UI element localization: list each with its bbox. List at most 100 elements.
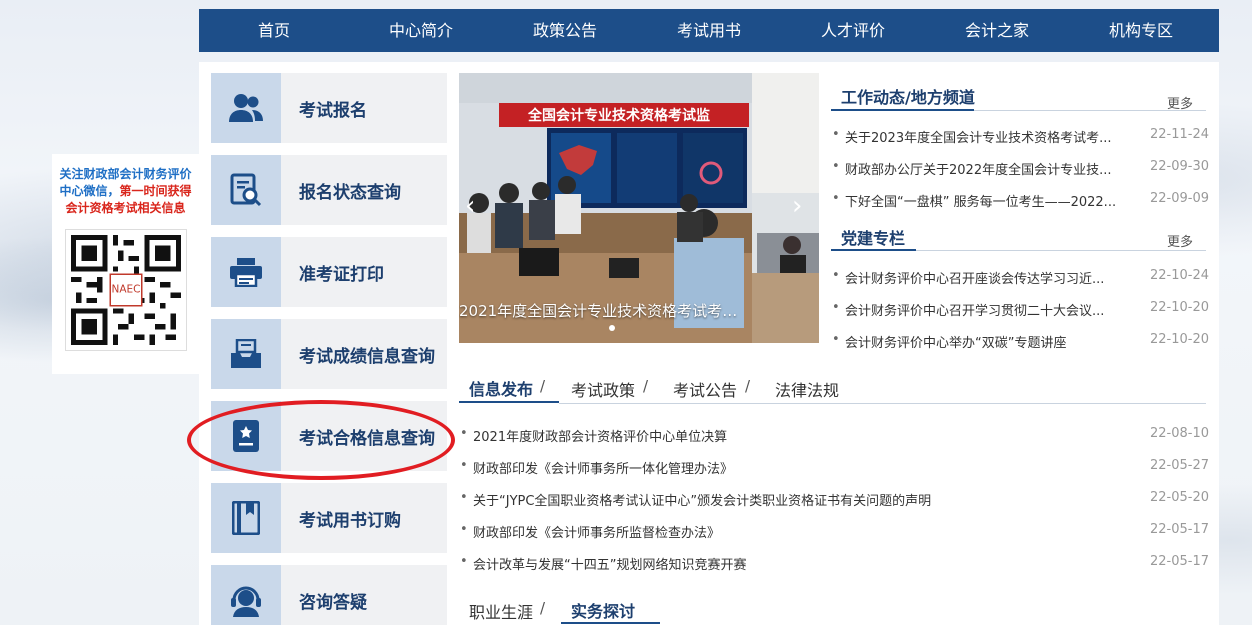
users-icon: [229, 94, 263, 122]
menu-label: 报名状态查询: [299, 182, 401, 203]
qr-caption-line2-blue: 中心微信，: [59, 184, 120, 198]
info-news-item[interactable]: • 财政部印发《会计师事务所一体化管理办法》: [460, 458, 1140, 477]
news-title: 关于“JYPC全国职业资格考试认证中心”颁发会计类职业资格证书有关问题的声明: [473, 494, 932, 509]
menu-admission-ticket-print[interactable]: 准考证打印: [211, 237, 447, 307]
news-title: 关于2023年度全国会计专业技术资格考试考...: [845, 131, 1112, 146]
menu-icon-box: [211, 73, 281, 143]
party-news-title[interactable]: 党建专栏: [841, 225, 905, 249]
bullet-icon: •: [460, 554, 468, 569]
menu-score-query[interactable]: 考试成绩信息查询: [211, 319, 447, 389]
news-title: 会计财务评价中心召开座谈会传达学习习近...: [845, 272, 1105, 287]
news-date: 22-11-24: [1150, 127, 1210, 142]
menu-label: 考试合格信息查询: [299, 428, 435, 449]
news-date: 22-10-24: [1150, 268, 1210, 283]
menu-label: 考试用书订购: [299, 510, 401, 531]
inbox-icon: [231, 339, 261, 368]
nav-home[interactable]: 首页: [199, 9, 349, 52]
news-date: 22-09-09: [1150, 191, 1210, 206]
info-news-item[interactable]: • 2021年度财政部会计资格评价中心单位决算: [460, 426, 1140, 445]
news-title: 2021年度财政部会计资格评价中心单位决算: [473, 430, 728, 445]
carousel-next-slide-preview: [752, 73, 819, 343]
tab-exam-notice[interactable]: 考试公告: [673, 377, 737, 401]
document-search-icon: [230, 173, 262, 207]
main-nav: 首页 中心简介 政策公告 考试用书 人才评价 会计之家 机构专区: [199, 9, 1219, 52]
tab-laws[interactable]: 法律法规: [775, 377, 839, 401]
tab-career[interactable]: 职业生涯: [469, 599, 533, 623]
news-title: 下好全国“一盘棋” 服务每一位考生——2022...: [845, 195, 1117, 210]
menu-exam-registration[interactable]: 考试报名: [211, 73, 447, 143]
menu-label: 咨询答疑: [299, 592, 367, 613]
menu-icon-box: [211, 565, 281, 625]
info-tabs-divider: [559, 403, 1206, 404]
nav-policy[interactable]: 政策公告: [493, 9, 637, 52]
party-news-divider: [916, 250, 1206, 251]
carousel-next-arrow-icon[interactable]: ›: [792, 191, 802, 221]
nav-institutions[interactable]: 机构专区: [1069, 9, 1213, 52]
tab-separator: /: [540, 599, 546, 617]
menu-qualification-query[interactable]: 考试合格信息查询: [211, 401, 447, 471]
bullet-icon: •: [460, 426, 468, 441]
bullet-icon: •: [832, 127, 840, 142]
menu-icon-box: [211, 483, 281, 553]
carousel-prev-arrow-icon[interactable]: ‹: [465, 191, 475, 221]
menu-icon-box: [211, 237, 281, 307]
wechat-qr-block: 关注财政部会计财务评价 中心微信，第一时间获得 会计资格考试相关信息 NAEC: [52, 154, 199, 374]
menu-label: 考试报名: [299, 100, 367, 121]
party-news-more-link[interactable]: 更多: [1167, 231, 1193, 250]
info-news-item[interactable]: • 财政部印发《会计师事务所监督检查办法》: [460, 522, 1140, 541]
work-news-item[interactable]: • 财政部办公厅关于2022年度全国会计专业技...: [832, 159, 1132, 178]
certificate-icon: [233, 420, 259, 452]
carousel-dot[interactable]: [609, 325, 615, 331]
news-date: 22-05-20: [1150, 490, 1210, 505]
menu-consultation[interactable]: 咨询答疑: [211, 565, 447, 625]
menu-book-order[interactable]: 考试用书订购: [211, 483, 447, 553]
active-tab-underline: [459, 401, 559, 403]
nav-talent[interactable]: 人才评价: [781, 9, 925, 52]
qr-caption: 关注财政部会计财务评价 中心微信，第一时间获得 会计资格考试相关信息: [52, 154, 199, 217]
work-news-title-underline: [831, 109, 974, 111]
nav-home-of-accounting[interactable]: 会计之家: [925, 9, 1069, 52]
menu-icon-box: [211, 155, 281, 225]
nav-books[interactable]: 考试用书: [637, 9, 781, 52]
menu-registration-status[interactable]: 报名状态查询: [211, 155, 447, 225]
bullet-icon: •: [460, 522, 468, 537]
bullet-icon: •: [460, 458, 468, 473]
work-news-title[interactable]: 工作动态/地方频道: [841, 84, 975, 108]
menu-icon-box: [211, 319, 281, 389]
party-news-title-underline: [831, 249, 916, 251]
bullet-icon: •: [832, 268, 840, 283]
work-news-item[interactable]: • 关于2023年度全国会计专业技术资格考试考...: [832, 127, 1132, 146]
work-news-item[interactable]: • 下好全国“一盘棋” 服务每一位考生——2022...: [832, 191, 1132, 210]
work-news-more-link[interactable]: 更多: [1167, 93, 1193, 112]
news-date: 22-10-20: [1150, 300, 1210, 315]
info-news-item[interactable]: • 会计改革与发展“十四五”规划网络知识竞赛开赛: [460, 554, 1140, 573]
tab-separator: /: [540, 377, 546, 395]
news-title: 财政部办公厅关于2022年度全国会计专业技...: [845, 163, 1112, 178]
book-icon: [232, 501, 260, 535]
menu-icon-box: [211, 401, 281, 471]
party-news-item[interactable]: • 会计财务评价中心举办“双碳”专题讲座: [832, 332, 1132, 351]
qr-caption-line3: 会计资格考试相关信息: [65, 201, 186, 215]
menu-label: 考试成绩信息查询: [299, 346, 435, 367]
tab-practice[interactable]: 实务探讨: [571, 598, 635, 622]
tab-exam-policy[interactable]: 考试政策: [571, 377, 635, 401]
party-news-item[interactable]: • 会计财务评价中心召开学习贯彻二十大会议...: [832, 300, 1132, 319]
tab-separator: /: [745, 377, 751, 395]
screen-banner-text: 全国会计专业技术资格考试监: [527, 107, 710, 124]
party-news-item[interactable]: • 会计财务评价中心召开座谈会传达学习习近...: [832, 268, 1132, 287]
menu-label: 准考证打印: [299, 264, 384, 285]
bullet-icon: •: [832, 159, 840, 174]
qr-logo: NAEC: [111, 284, 140, 296]
nav-about[interactable]: 中心简介: [349, 9, 493, 52]
news-carousel[interactable]: 全国会计专业技术资格考试监 2021年度全国会计专业技术资格考试考务会议在...…: [459, 73, 819, 343]
news-title: 会计财务评价中心举办“双碳”专题讲座: [845, 336, 1067, 351]
carousel-caption[interactable]: 2021年度全国会计专业技术资格考试考务会议在...: [459, 300, 752, 321]
news-date: 22-05-27: [1150, 458, 1210, 473]
bullet-icon: •: [832, 300, 840, 315]
tab-info-release[interactable]: 信息发布: [469, 376, 533, 400]
qr-code: NAEC: [64, 229, 187, 351]
tab-separator: /: [643, 377, 649, 395]
info-news-item[interactable]: • 关于“JYPC全国职业资格考试认证中心”颁发会计类职业资格证书有关问题的声明: [460, 490, 1140, 509]
news-title: 会计财务评价中心召开学习贯彻二十大会议...: [845, 304, 1105, 319]
news-date: 22-05-17: [1150, 554, 1210, 569]
